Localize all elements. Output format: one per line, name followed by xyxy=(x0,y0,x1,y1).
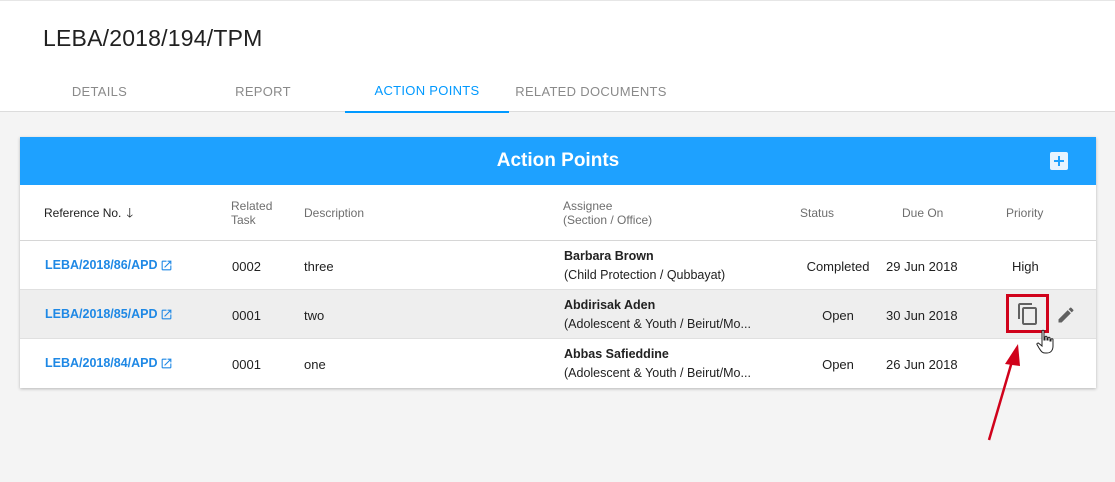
related-task-cell: 0002 xyxy=(232,259,261,274)
assignee-name: Abbas Safieddine xyxy=(564,347,669,361)
tab-bar: DETAILS REPORT ACTION POINTS RELATED DOC… xyxy=(18,69,673,113)
add-action-point-button[interactable] xyxy=(1050,152,1068,170)
reference-link[interactable]: LEBA/2018/86/APD xyxy=(45,258,173,272)
description-cell: two xyxy=(304,308,325,323)
tab-action-points[interactable]: ACTION POINTS xyxy=(345,69,509,113)
table-row: LEBA/2018/86/APD 0002 three Barbara Brow… xyxy=(20,241,1096,290)
table-header: Reference No. 🡓 Related Task Description… xyxy=(20,185,1096,241)
pencil-icon xyxy=(1058,307,1074,323)
table-row: LEBA/2018/85/APD 0001 two Abdirisak Aden… xyxy=(20,290,1096,339)
reference-text: LEBA/2018/85/APD xyxy=(45,307,158,321)
assignee-name: Barbara Brown xyxy=(564,249,654,263)
due-on-cell: 29 Jun 2018 xyxy=(886,259,958,274)
status-cell: Completed xyxy=(806,259,870,274)
column-header-priority[interactable]: Priority xyxy=(1006,206,1043,220)
card-header: Action Points xyxy=(20,137,1096,185)
copy-icon xyxy=(1018,303,1037,325)
column-header-related-task[interactable]: Related Task xyxy=(231,199,272,227)
copy-button[interactable] xyxy=(1006,294,1049,333)
priority-cell: High xyxy=(1012,259,1039,274)
external-link-icon xyxy=(161,358,171,368)
hand-cursor-icon xyxy=(1036,329,1054,354)
status-cell: Open xyxy=(822,357,854,372)
reference-text: LEBA/2018/86/APD xyxy=(45,258,158,272)
column-header-reference[interactable]: Reference No. 🡓 xyxy=(44,205,134,221)
action-points-card: Action Points Reference No. 🡓 Related Ta… xyxy=(20,137,1096,388)
status-cell: Open xyxy=(822,308,854,323)
description-cell: one xyxy=(304,357,326,372)
assignee-name: Abdirisak Aden xyxy=(564,298,656,312)
page-title: LEBA/2018/194/TPM xyxy=(43,25,263,51)
assignee-section: (Child Protection / Qubbayat) xyxy=(564,268,726,282)
related-task-header-line1: Related xyxy=(231,199,273,213)
table-row: LEBA/2018/84/APD 0001 one Abbas Safieddi… xyxy=(20,339,1096,388)
related-task-cell: 0001 xyxy=(232,357,261,372)
reference-link[interactable]: LEBA/2018/84/APD xyxy=(45,356,173,370)
header-bar: LEBA/2018/194/TPM DETAILS REPORT ACTION … xyxy=(0,0,1115,113)
external-link-icon xyxy=(161,309,171,319)
reference-link[interactable]: LEBA/2018/85/APD xyxy=(45,307,173,321)
assignee-header-line1: Assignee xyxy=(563,199,613,213)
assignee-section: (Adolescent & Youth / Beirut/Mo... xyxy=(564,317,751,331)
card-title: Action Points xyxy=(496,150,620,171)
due-on-cell: 30 Jun 2018 xyxy=(886,308,958,323)
external-link-icon xyxy=(161,260,171,270)
due-on-cell: 26 Jun 2018 xyxy=(886,357,958,372)
description-cell: three xyxy=(304,259,334,274)
arrow-down-icon: 🡓 xyxy=(126,205,134,220)
column-header-due-on[interactable]: Due On xyxy=(902,206,943,220)
related-task-cell: 0001 xyxy=(232,308,261,323)
tab-details[interactable]: DETAILS xyxy=(18,69,181,113)
assignee-header-line2: (Section / Office) xyxy=(563,213,653,227)
tab-related-documents[interactable]: RELATED DOCUMENTS xyxy=(509,69,673,113)
column-header-description[interactable]: Description xyxy=(304,206,364,220)
column-header-assignee[interactable]: Assignee (Section / Office) xyxy=(563,199,652,227)
related-task-header-line2: Task xyxy=(231,213,256,227)
assignee-section: (Adolescent & Youth / Beirut/Mo... xyxy=(564,366,751,380)
column-header-status[interactable]: Status xyxy=(800,206,834,220)
edit-button[interactable] xyxy=(1056,305,1076,325)
reference-text: LEBA/2018/84/APD xyxy=(45,356,158,370)
reference-header-label: Reference No. xyxy=(44,206,122,220)
tab-report[interactable]: REPORT xyxy=(181,69,345,113)
